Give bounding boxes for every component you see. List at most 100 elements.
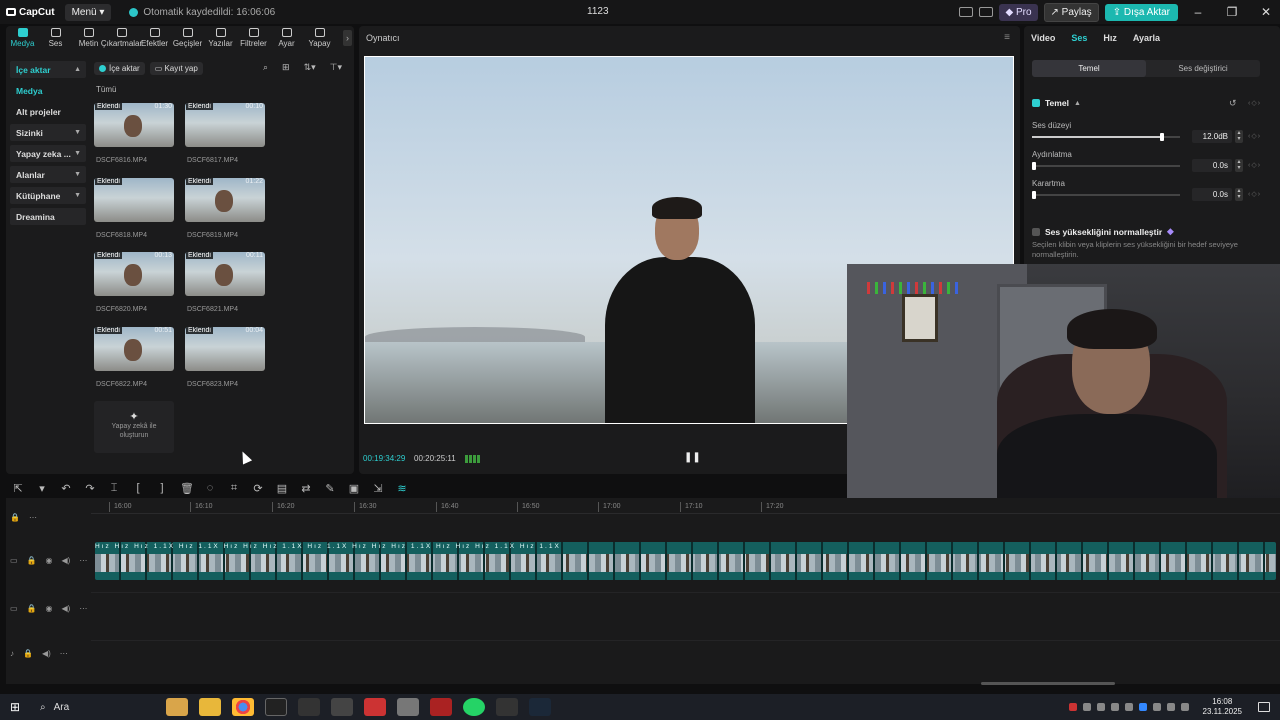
grid-view-icon[interactable]: ⊞ xyxy=(282,62,290,73)
split-icon[interactable]: ⌶ xyxy=(108,482,120,495)
tab-media[interactable]: Medya xyxy=(6,26,39,52)
lock-icon[interactable]: 🔒 xyxy=(10,513,20,522)
checkbox-icon[interactable] xyxy=(1032,99,1040,107)
sidebar-item-media[interactable]: Medya xyxy=(10,82,86,99)
fade-out-slider[interactable] xyxy=(1032,191,1180,199)
time-ruler[interactable]: 16:00 16:10 16:20 16:30 16:40 16:50 17:0… xyxy=(91,498,1280,514)
taskbar-clock[interactable]: 16:08 23.11.2025 xyxy=(1203,697,1242,717)
capcut-window-icon[interactable] xyxy=(496,698,518,716)
speaker-icon[interactable]: ◀) xyxy=(42,649,51,658)
tray-app-icon[interactable] xyxy=(1096,703,1105,711)
select-tool-icon[interactable]: ⇱ xyxy=(12,482,24,495)
notification-icon[interactable] xyxy=(1258,702,1270,712)
checkbox-icon[interactable] xyxy=(1032,227,1040,236)
tab-adjust-settings[interactable]: Ayarla xyxy=(1133,33,1160,43)
volume-icon[interactable] xyxy=(1180,703,1189,711)
audio-track-icon[interactable]: ♪ xyxy=(10,649,14,658)
tab-audio-settings[interactable]: Ses xyxy=(1071,33,1087,43)
speaker-icon[interactable]: ◀) xyxy=(62,556,71,565)
tray-app-icon[interactable] xyxy=(1068,703,1077,711)
network-icon[interactable] xyxy=(1166,703,1175,711)
tab-filters[interactable]: Filtreler xyxy=(237,26,270,52)
delete-icon[interactable]: 🗑 xyxy=(180,482,194,495)
more-icon[interactable]: ⋯ xyxy=(29,513,37,522)
tab-effects[interactable]: Efektler xyxy=(138,26,171,52)
crop-icon[interactable]: ⌗ xyxy=(228,482,240,495)
tab-video[interactable]: Video xyxy=(1031,33,1055,43)
keyframe-icon[interactable]: ‹◇› xyxy=(1248,132,1261,140)
media-thumbnail[interactable]: Eklendi 01:30 xyxy=(94,103,174,147)
tray-app-icon[interactable] xyxy=(1124,703,1133,711)
more-icon[interactable]: ⋯ xyxy=(60,649,68,658)
speaker-icon[interactable]: ◀) xyxy=(62,604,71,613)
audio-app-icon[interactable] xyxy=(397,698,419,716)
minimize-icon[interactable]: – xyxy=(1184,5,1212,19)
more-icon[interactable]: ⋯ xyxy=(79,556,87,565)
export-button[interactable]: ⇪ Dışa Aktar xyxy=(1104,3,1178,21)
reverse-icon[interactable]: ⇄ xyxy=(300,482,312,495)
section-basic[interactable]: Temel ▲ xyxy=(1032,98,1081,108)
timeline-scrollbar[interactable] xyxy=(981,682,1115,685)
steam-icon[interactable] xyxy=(529,698,551,716)
tray-app-icon[interactable] xyxy=(1152,703,1161,711)
cover-icon[interactable]: ▭ xyxy=(10,604,18,613)
filter-all-label[interactable]: Tümü xyxy=(96,85,116,94)
keyframe-icon[interactable]: ‹◇› xyxy=(1248,190,1261,198)
audio-wave-icon[interactable]: ≋ xyxy=(396,482,408,495)
media-thumbnail[interactable]: Eklendi 00:11 xyxy=(185,252,265,296)
close-icon[interactable]: ✕ xyxy=(1252,5,1280,19)
main-video-track[interactable]: Hız Hız Hız 1.1X Hız 1.1X Hız Hız Hız 1.… xyxy=(95,542,1276,580)
search-icon[interactable]: ⌕ xyxy=(263,62,268,73)
volume-slider[interactable] xyxy=(1032,133,1180,141)
lock-icon[interactable]: 🔒 xyxy=(23,649,33,658)
r-app-icon[interactable] xyxy=(265,698,287,716)
fade-out-stepper[interactable]: ▴ ▾ xyxy=(1235,188,1243,201)
more-icon[interactable]: ⋯ xyxy=(79,604,87,613)
keyframe-icon[interactable]: ‹◇› xyxy=(1248,99,1261,107)
chevron-right-icon[interactable]: › xyxy=(343,30,352,46)
normalize-toggle[interactable]: Ses yüksekliğini normalleştir ◆ xyxy=(1032,226,1174,237)
voicemeeter-icon[interactable] xyxy=(430,698,452,716)
media-thumbnail[interactable]: Eklendi 00:13 xyxy=(94,252,174,296)
file-explorer-icon[interactable] xyxy=(199,698,221,716)
tab-ai[interactable]: Yapay xyxy=(303,26,336,52)
redo-icon[interactable]: ↷ xyxy=(84,482,96,495)
fade-in-stepper[interactable]: ▴ ▾ xyxy=(1235,159,1243,172)
tab-adjust[interactable]: Ayar xyxy=(270,26,303,52)
capcut-taskbar-icon[interactable] xyxy=(298,698,320,716)
bluetooth-icon[interactable] xyxy=(1138,703,1147,711)
tab-speed[interactable]: Hız xyxy=(1103,33,1117,43)
sidebar-item-spaces[interactable]: Alanlar ▼ xyxy=(10,166,86,183)
export-frame-icon[interactable]: ⇲ xyxy=(372,482,384,495)
trim-right-icon[interactable]: ] xyxy=(156,482,168,494)
record-button[interactable]: ▭ Kayıt yap xyxy=(149,61,203,75)
cover-icon[interactable]: ▭ xyxy=(10,556,18,565)
sidebar-item-ai[interactable]: Yapay zeka ... ▼ xyxy=(10,145,86,162)
widgets-icon[interactable] xyxy=(166,698,188,716)
layout-icon[interactable] xyxy=(959,7,974,17)
media-thumbnail[interactable]: Eklendi 00:04 xyxy=(185,327,265,371)
undo-icon[interactable]: ↶ xyxy=(60,482,72,495)
steam-tray-icon[interactable] xyxy=(1082,703,1091,711)
eye-icon[interactable]: ◉ xyxy=(46,556,53,565)
fade-out-value[interactable]: 0.0s xyxy=(1192,188,1232,201)
usb-icon[interactable] xyxy=(1110,703,1119,711)
empty-track[interactable] xyxy=(91,592,1280,640)
fade-in-slider[interactable] xyxy=(1032,162,1180,170)
audio-track[interactable] xyxy=(91,640,1280,684)
media-thumbnail[interactable]: Eklendi 00:10 xyxy=(185,103,265,147)
segment-voice-changer[interactable]: Ses değiştirici xyxy=(1146,60,1260,77)
sidebar-item-yours[interactable]: Sizinki ▼ xyxy=(10,124,86,141)
keyframe-icon[interactable]: ‹◇› xyxy=(1248,161,1261,169)
volume-stepper[interactable]: ▴ ▾ xyxy=(1235,130,1243,143)
shield-icon[interactable]: ◌ xyxy=(204,482,216,494)
tab-captions[interactable]: Yazılar xyxy=(204,26,237,52)
pause-icon[interactable]: ❚❚ xyxy=(684,452,701,463)
taskbar-search[interactable]: ⌕ Ara xyxy=(36,697,166,717)
tab-transitions[interactable]: Geçişler xyxy=(171,26,204,52)
freeze-icon[interactable]: ▤ xyxy=(276,482,288,495)
segment-basic[interactable]: Temel xyxy=(1032,60,1146,77)
microphone-icon[interactable] xyxy=(331,698,353,716)
filter-icon[interactable]: ⊤▾ xyxy=(330,62,342,73)
magic-icon[interactable]: ✎ xyxy=(324,482,336,495)
